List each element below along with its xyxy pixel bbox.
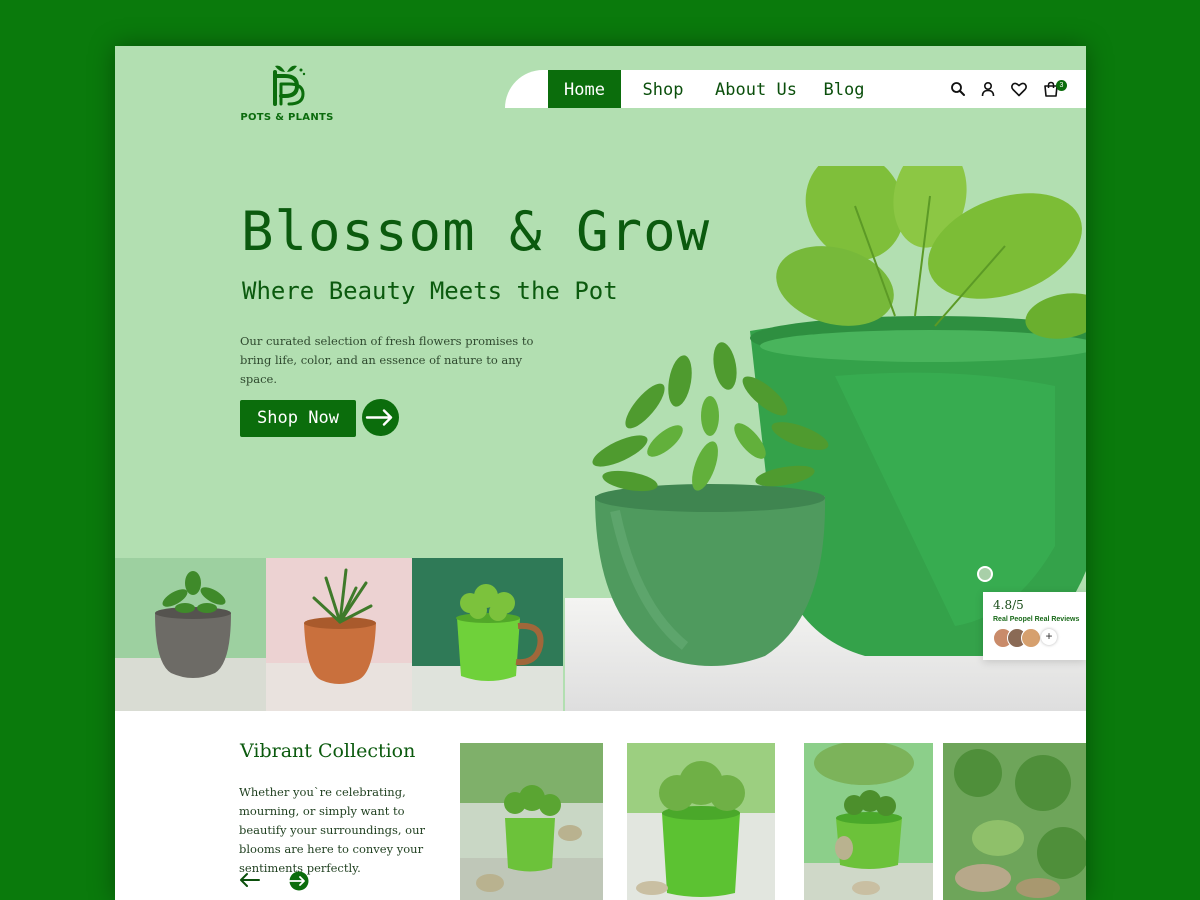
shop-now-arrow-button[interactable] — [362, 399, 399, 436]
hero-description: Our curated selection of fresh flowers p… — [240, 334, 534, 386]
hero-section: POTS & PLANTS Home Shop About Us Blog 3 … — [115, 46, 1086, 711]
collection-card[interactable] — [804, 743, 933, 900]
collection-description: Whether you`re celebrating, mourning, or… — [239, 785, 426, 875]
brand-logo[interactable]: POTS & PLANTS — [237, 62, 337, 128]
collection-plant-image — [804, 743, 933, 900]
review-score: 4.8/5 — [993, 598, 1024, 612]
thumbnail-gray-pot[interactable] — [115, 558, 266, 711]
collection-plant-image — [460, 743, 603, 900]
reviews-card: 4.8/5 Real Peopel Real Reviews + — [983, 592, 1086, 660]
terracotta-pot-image — [266, 568, 412, 711]
collection-plant-image — [627, 743, 775, 897]
slider-dot[interactable] — [977, 566, 993, 582]
nav-home[interactable]: Home — [548, 70, 621, 108]
arrow-left-icon[interactable] — [239, 872, 261, 888]
add-review-button[interactable]: + — [1041, 629, 1057, 645]
thumbnail-green-mug-pot[interactable] — [412, 558, 563, 711]
thumbnail-terracotta-pot[interactable] — [266, 558, 412, 711]
collection-title: Vibrant Collection — [240, 740, 416, 762]
cart-count-badge: 3 — [1056, 80, 1067, 91]
nav-about-us[interactable]: About Us — [713, 70, 799, 108]
heart-icon[interactable] — [1010, 80, 1028, 98]
nav-shop[interactable]: Shop — [635, 70, 691, 108]
main-nav: Home Shop About Us Blog 3 — [505, 70, 1086, 108]
nav-blog[interactable]: Blog — [819, 70, 869, 108]
landing-page: POTS & PLANTS Home Shop About Us Blog 3 … — [115, 46, 1086, 900]
brand-name: POTS & PLANTS — [240, 112, 334, 123]
avatar — [1021, 628, 1041, 648]
search-icon[interactable] — [949, 80, 967, 98]
collection-card[interactable] — [460, 743, 603, 900]
arrow-right-icon[interactable] — [287, 871, 309, 891]
user-icon[interactable] — [979, 80, 997, 98]
logo-mark-icon — [273, 65, 306, 106]
collection-card[interactable] — [627, 743, 775, 900]
review-caption: Real Peopel Real Reviews — [993, 616, 1080, 623]
green-mug-pot-image — [412, 584, 563, 711]
arrow-right-icon — [365, 409, 393, 426]
shop-now-button[interactable]: Shop Now — [240, 400, 356, 437]
gray-pot-image — [115, 571, 266, 711]
collection-plant-image — [943, 743, 1086, 900]
collection-card[interactable] — [943, 743, 1086, 900]
